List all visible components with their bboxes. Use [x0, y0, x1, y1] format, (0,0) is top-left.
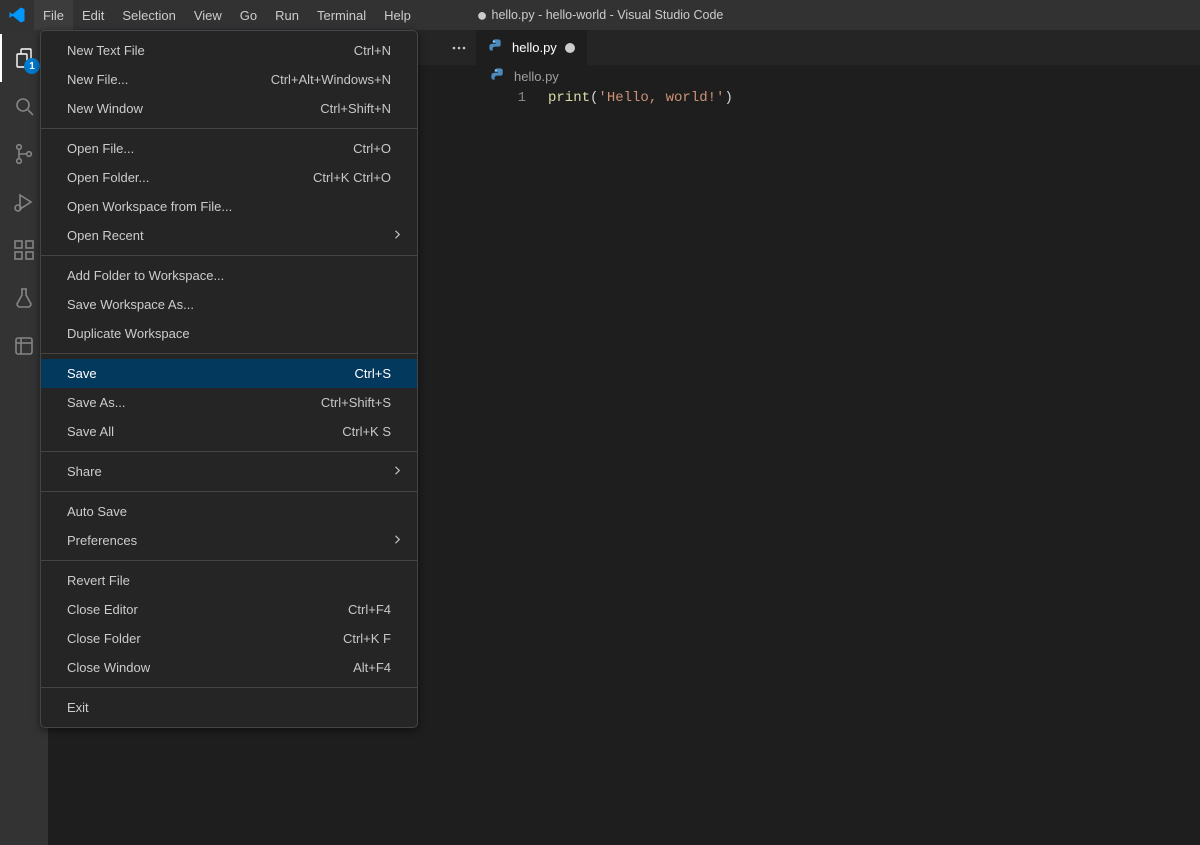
- menu-item-open-file[interactable]: Open File...Ctrl+O: [41, 134, 417, 163]
- menu-item-save-all[interactable]: Save AllCtrl+K S: [41, 417, 417, 446]
- tab-dirty-icon[interactable]: [565, 43, 575, 53]
- menubar-item-view[interactable]: View: [185, 0, 231, 30]
- explorer-badge: 1: [24, 58, 40, 74]
- menu-shortcut: Ctrl+F4: [348, 602, 391, 617]
- menu-label: Open Workspace from File...: [67, 199, 391, 214]
- menu-item-duplicate-workspace[interactable]: Duplicate Workspace: [41, 319, 417, 348]
- menu-shortcut: Ctrl+K F: [343, 631, 391, 646]
- menu-label: New Text File: [67, 43, 354, 58]
- chevron-right-icon: [391, 464, 403, 479]
- file-menu-dropdown: New Text FileCtrl+NNew File...Ctrl+Alt+W…: [40, 30, 418, 728]
- menu-label: Share: [67, 464, 391, 479]
- menu-item-share[interactable]: Share: [41, 457, 417, 486]
- menu-label: Close Window: [67, 660, 353, 675]
- menu-item-new-window[interactable]: New WindowCtrl+Shift+N: [41, 94, 417, 123]
- line-number: 1: [518, 90, 526, 106]
- menu-label: Save As...: [67, 395, 321, 410]
- menu-label: Close Editor: [67, 602, 348, 617]
- vscode-logo-icon: [0, 0, 34, 30]
- menu-label: Revert File: [67, 573, 391, 588]
- menu-item-new-text-file[interactable]: New Text FileCtrl+N: [41, 36, 417, 65]
- menu-label: Auto Save: [67, 504, 391, 519]
- token-paren: ): [724, 90, 732, 106]
- menu-shortcut: Ctrl+K S: [342, 424, 391, 439]
- menubar-item-file[interactable]: File: [34, 0, 73, 30]
- menu-item-open-workspace-from-file[interactable]: Open Workspace from File...: [41, 192, 417, 221]
- menu-label: Add Folder to Workspace...: [67, 268, 391, 283]
- menu-item-open-folder[interactable]: Open Folder...Ctrl+K Ctrl+O: [41, 163, 417, 192]
- menu-label: Duplicate Workspace: [67, 326, 391, 341]
- menubar-item-run[interactable]: Run: [266, 0, 308, 30]
- menu-shortcut: Ctrl+K Ctrl+O: [313, 170, 391, 185]
- menu-shortcut: Ctrl+Shift+S: [321, 395, 391, 410]
- menu-label: Open Recent: [67, 228, 391, 243]
- chevron-right-icon: [391, 533, 403, 548]
- menu-item-exit[interactable]: Exit: [41, 693, 417, 722]
- code-line-1[interactable]: print('Hello, world!'): [548, 87, 733, 109]
- tab-title: hello.py: [512, 40, 557, 55]
- python-file-icon: [490, 67, 506, 86]
- menu-label: Open File...: [67, 141, 353, 156]
- menu-item-save-workspace-as[interactable]: Save Workspace As...: [41, 290, 417, 319]
- menu-separator: [41, 255, 417, 256]
- python-file-icon: [488, 38, 504, 57]
- window-title-text: hello.py - hello-world - Visual Studio C…: [492, 7, 724, 21]
- menu-item-close-folder[interactable]: Close FolderCtrl+K F: [41, 624, 417, 653]
- menu-separator: [41, 353, 417, 354]
- menu-label: Exit: [67, 700, 391, 715]
- menu-label: Save: [67, 366, 355, 381]
- menu-separator: [41, 451, 417, 452]
- menu-shortcut: Alt+F4: [353, 660, 391, 675]
- menu-item-close-editor[interactable]: Close EditorCtrl+F4: [41, 595, 417, 624]
- token-function: print: [548, 90, 590, 106]
- menubar-item-selection[interactable]: Selection: [113, 0, 184, 30]
- menubar-item-edit[interactable]: Edit: [73, 0, 113, 30]
- menu-label: New File...: [67, 72, 271, 87]
- menu-item-add-folder-to-workspace[interactable]: Add Folder to Workspace...: [41, 261, 417, 290]
- token-string: 'Hello, world!': [598, 90, 724, 106]
- more-actions-icon[interactable]: [442, 30, 476, 65]
- menubar-item-terminal[interactable]: Terminal: [308, 0, 375, 30]
- menu-item-save[interactable]: SaveCtrl+S: [41, 359, 417, 388]
- menu-shortcut: Ctrl+Alt+Windows+N: [271, 72, 391, 87]
- menu-label: Close Folder: [67, 631, 343, 646]
- menu-label: Preferences: [67, 533, 391, 548]
- menu-item-new-file[interactable]: New File...Ctrl+Alt+Windows+N: [41, 65, 417, 94]
- menu-separator: [41, 128, 417, 129]
- editor-tab-hello[interactable]: hello.py: [476, 30, 587, 65]
- menu-shortcut: Ctrl+O: [353, 141, 391, 156]
- menu-label: Open Folder...: [67, 170, 313, 185]
- menu-separator: [41, 687, 417, 688]
- menu-item-save-as[interactable]: Save As...Ctrl+Shift+S: [41, 388, 417, 417]
- breadcrumb-filename: hello.py: [514, 69, 559, 84]
- menu-item-open-recent[interactable]: Open Recent: [41, 221, 417, 250]
- menu-shortcut: Ctrl+S: [355, 366, 391, 381]
- menubar: FileEditSelectionViewGoRunTerminalHelp: [34, 0, 420, 30]
- menu-item-preferences[interactable]: Preferences: [41, 526, 417, 555]
- menu-item-close-window[interactable]: Close WindowAlt+F4: [41, 653, 417, 682]
- menu-label: New Window: [67, 101, 320, 116]
- chevron-right-icon: [391, 228, 403, 243]
- menu-label: Save All: [67, 424, 342, 439]
- menu-item-auto-save[interactable]: Auto Save: [41, 497, 417, 526]
- menu-separator: [41, 560, 417, 561]
- menu-shortcut: Ctrl+N: [354, 43, 391, 58]
- menu-label: Save Workspace As...: [67, 297, 391, 312]
- menu-item-revert-file[interactable]: Revert File: [41, 566, 417, 595]
- dirty-indicator-icon: ●: [477, 5, 488, 25]
- menu-separator: [41, 491, 417, 492]
- menubar-item-go[interactable]: Go: [231, 0, 266, 30]
- menubar-item-help[interactable]: Help: [375, 0, 420, 30]
- titlebar: FileEditSelectionViewGoRunTerminalHelp ●…: [0, 0, 1200, 30]
- menu-shortcut: Ctrl+Shift+N: [320, 101, 391, 116]
